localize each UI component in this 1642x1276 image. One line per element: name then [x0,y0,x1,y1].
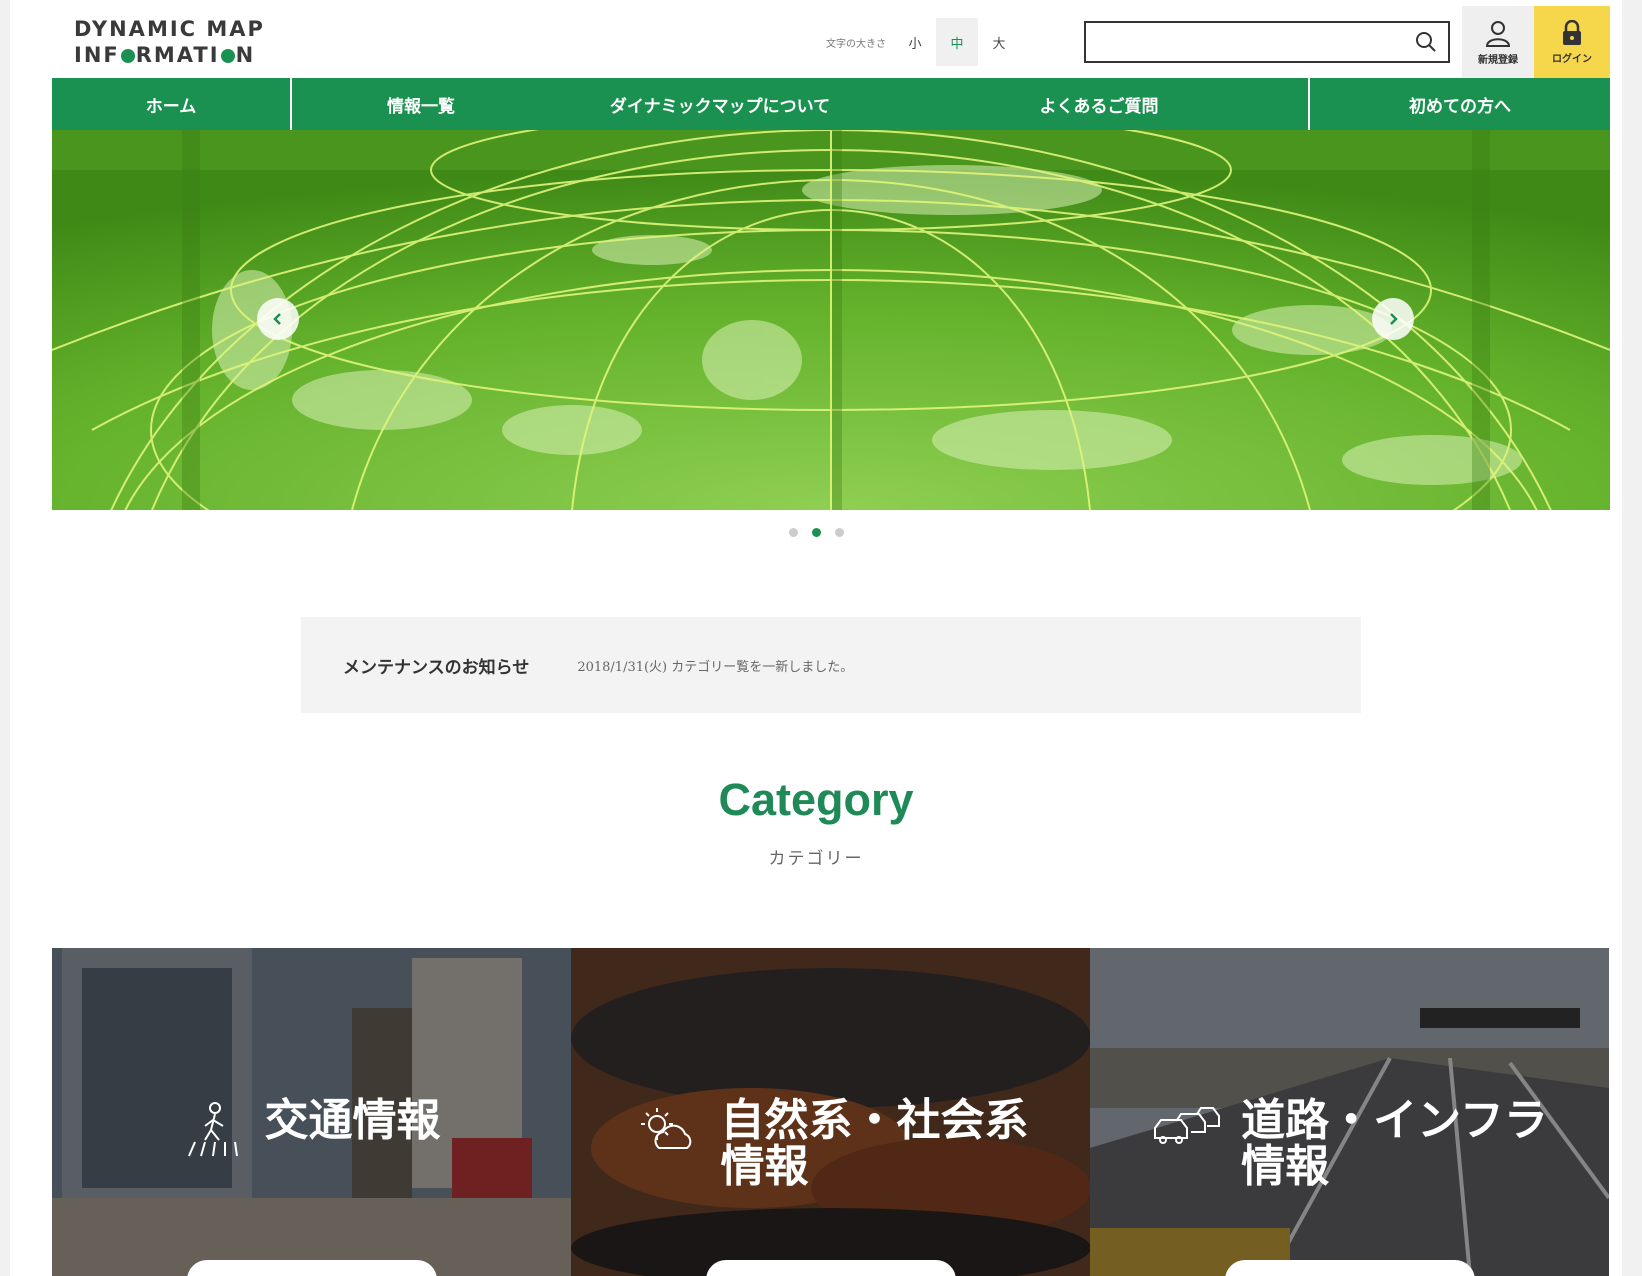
slider-dot[interactable] [834,528,844,537]
nav-item-about[interactable]: ダイナミックマップについて [550,78,890,130]
font-size-label: 文字の大きさ [826,38,886,50]
slider-next-button[interactable] [1372,298,1414,340]
page: DYNAMIC MAP INF RMATI N 文字の大きさ 小 中 大 新規登録 … [10,0,1622,1276]
category-heading: Category [718,774,914,825]
card-label-road-infra: 道路・インフラ 情報 [1241,1095,1548,1192]
login-label: ログイン [1552,53,1592,65]
slider-dot-active[interactable] [811,528,821,537]
chevron-left-icon [273,313,281,325]
maintenance-notice: メンテナンスのお知らせ 2018/1/31(火) カテゴリー覧を一新しました。 [301,617,1361,713]
logo-dot-icon [220,49,235,63]
font-size-small-button[interactable]: 小 [894,18,936,66]
slider-prev-button[interactable] [257,298,299,340]
nav-item-info-list[interactable]: 情報一覧 [292,78,550,130]
nav-item-beginners[interactable]: 初めての方へ [1310,78,1610,130]
slider-dot[interactable] [788,528,798,537]
site-header: DYNAMIC MAP INF RMATI N 文字の大きさ 小 中 大 新規登録 … [10,0,1622,80]
hero-slider [52,130,1610,510]
signup-label: 新規登録 [1478,54,1518,66]
font-size-medium-button[interactable]: 中 [936,18,978,66]
logo-dot-icon [120,49,135,63]
card-button[interactable] [706,1260,956,1276]
nav-item-faq[interactable]: よくあるご質問 [890,78,1310,130]
font-size-large-button[interactable]: 大 [978,18,1020,66]
logo-line-2: INF RMATI N [74,43,256,67]
main-nav: ホーム 情報一覧 ダイナミックマップについて よくあるご質問 初めての方へ [52,78,1610,130]
lock-icon [1563,19,1581,45]
search-input[interactable] [1086,23,1406,61]
notice-text[interactable]: 2018/1/31(火) カテゴリー覧を一新しました。 [577,656,853,675]
card-content: 交通情報 [52,1098,571,1158]
chevron-right-icon [1390,313,1398,325]
search-box [1084,21,1450,63]
user-icon [1485,20,1511,47]
traffic-jam-icon [1154,1107,1221,1144]
weather-icon [640,1108,691,1149]
font-size-selector: 文字の大きさ 小 中 大 [826,18,1020,66]
card-button[interactable] [187,1260,437,1276]
card-button[interactable] [1225,1260,1475,1276]
category-card-traffic[interactable]: 交通情報 [52,948,571,1276]
card-label-nature-society: 自然系・社会系 情報 [720,1095,1029,1192]
category-cards: 交通情報 自然系・社会系 情報 道路・インフラ 情報 [52,948,1610,1276]
login-button[interactable]: ログイン [1534,6,1610,78]
pedestrian-crossing-icon [187,1102,238,1157]
signup-button[interactable]: 新規登録 [1462,6,1534,78]
slider-dots [10,528,1622,537]
category-card-road-infra[interactable]: 道路・インフラ 情報 [1090,948,1609,1276]
category-subheading: カテゴリー [768,849,864,869]
search-icon[interactable] [1414,30,1438,54]
card-content: 自然系・社会系 情報 [571,1098,1090,1190]
category-card-nature-society[interactable]: 自然系・社会系 情報 [571,948,1090,1276]
site-logo[interactable]: DYNAMIC MAP INF RMATI N [74,16,265,68]
nav-item-home[interactable]: ホーム [52,78,292,130]
notice-title: メンテナンスのお知らせ [343,657,530,678]
logo-line-1: DYNAMIC MAP [74,17,265,41]
card-label-traffic: 交通情報 [264,1095,441,1146]
card-content: 道路・インフラ 情報 [1090,1098,1609,1190]
